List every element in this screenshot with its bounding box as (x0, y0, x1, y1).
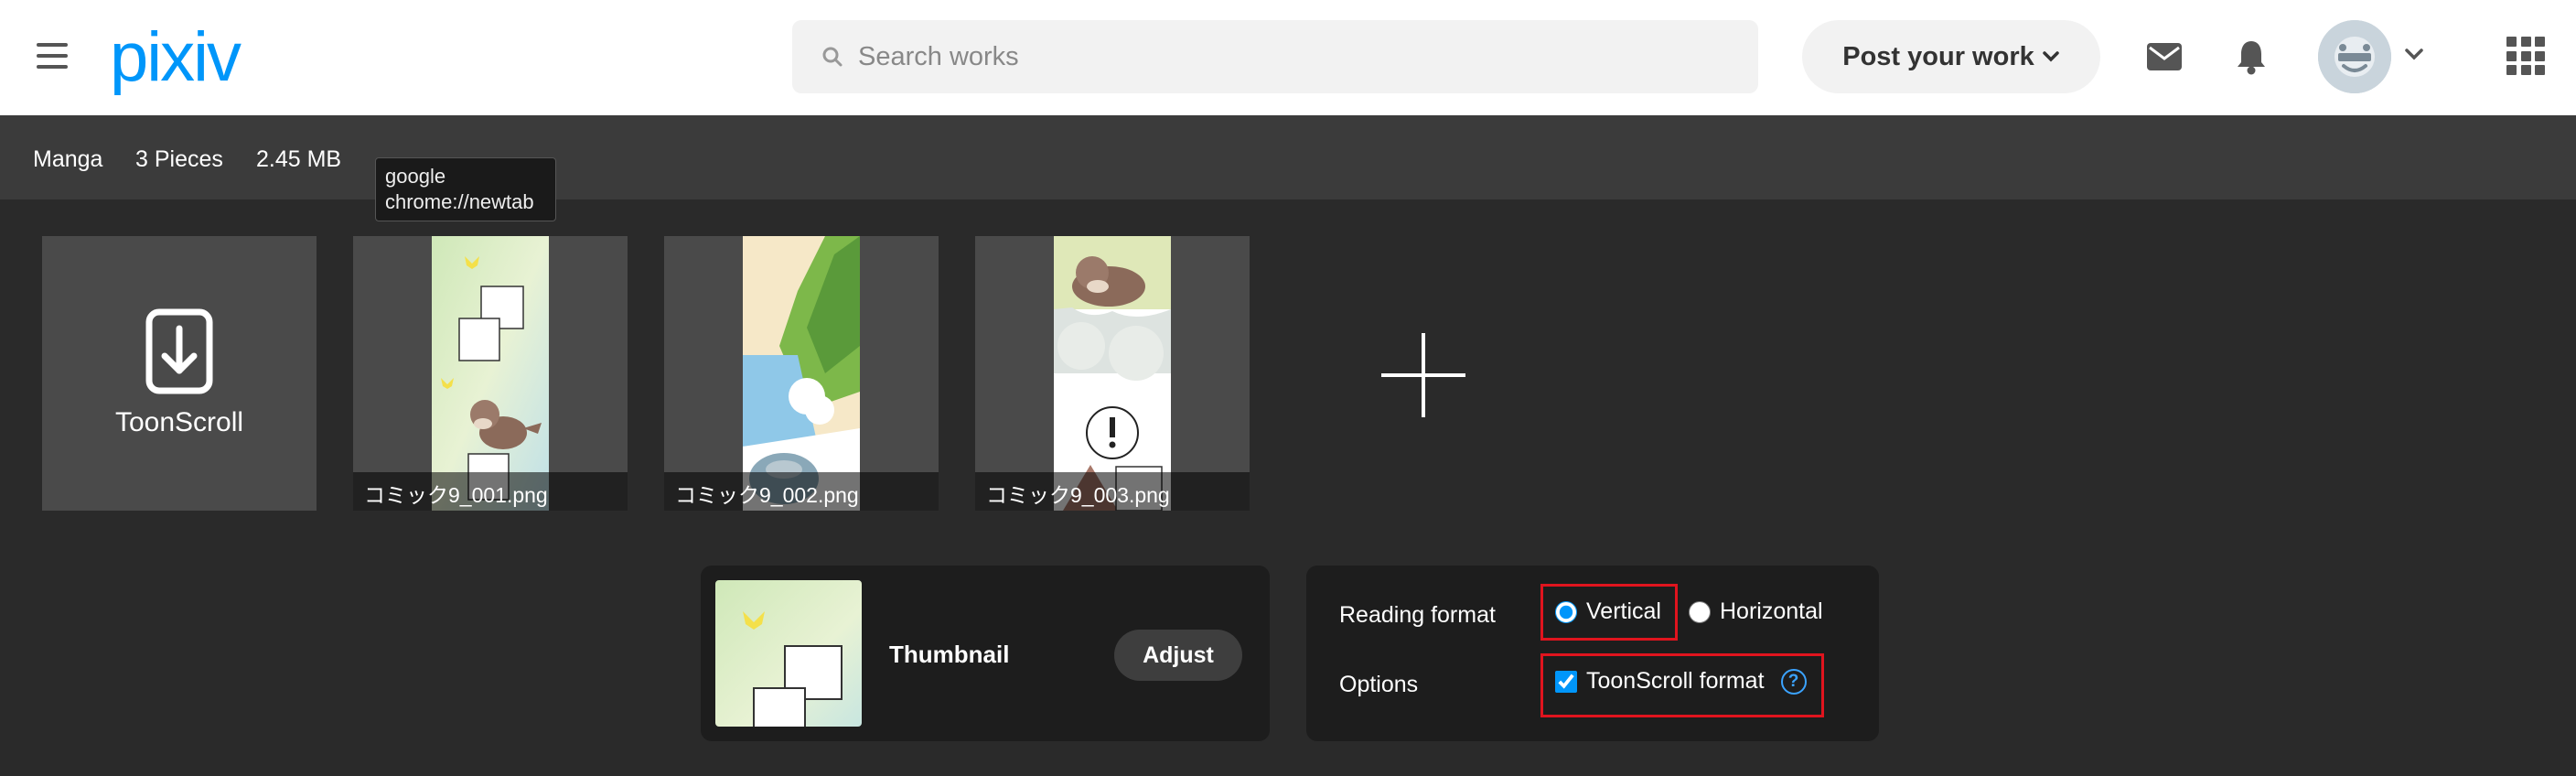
horizontal-radio-option[interactable]: Horizontal (1689, 598, 1823, 625)
post-your-work-button[interactable]: Post your work (1802, 20, 2100, 93)
add-page-plus-icon[interactable] (1376, 328, 1471, 423)
post-button-label: Post your work (1842, 41, 2034, 71)
thumbnail-title: Thumbnail (889, 641, 1010, 668)
tooltip-line-2: chrome://newtab (385, 190, 534, 213)
apps-grid-icon[interactable] (2506, 37, 2545, 75)
page-1-thumbnail-image (432, 236, 549, 511)
horizontal-label: Horizontal (1720, 598, 1823, 624)
piece-count: 3 Pieces (135, 146, 223, 172)
vertical-radio[interactable] (1555, 600, 1577, 623)
mail-icon[interactable] (2146, 42, 2183, 71)
vertical-label: Vertical (1586, 598, 1661, 624)
page-tile-2[interactable]: コミック9_002.png (664, 236, 939, 511)
page-tile-1[interactable]: コミック9_001.png (353, 236, 628, 511)
page-tile-3[interactable]: コミック9_003.png (975, 236, 1250, 511)
adjust-button[interactable]: Adjust (1114, 630, 1242, 681)
reading-format-label: Reading format (1339, 602, 1496, 628)
page-3-thumbnail-image (1054, 236, 1171, 511)
toonscroll-option-label: ToonScroll format (1586, 668, 1765, 694)
bell-icon[interactable] (2236, 38, 2267, 75)
tooltip-line-1: google (385, 165, 446, 188)
avatar[interactable] (2318, 20, 2391, 93)
hamburger-menu-icon[interactable] (37, 43, 68, 70)
toonscroll-checkbox[interactable] (1555, 670, 1577, 693)
options-label: Options (1339, 672, 1419, 697)
search-input[interactable] (858, 20, 1736, 93)
toonscroll-download-icon (145, 308, 213, 394)
horizontal-radio[interactable] (1689, 600, 1711, 623)
thumbnail-preview-image (715, 580, 862, 727)
thumbnail-panel: Thumbnail Adjust (701, 566, 1270, 741)
search-icon (822, 47, 843, 67)
search-bar[interactable] (792, 20, 1758, 93)
pixiv-logo[interactable]: pixiv (110, 16, 242, 99)
browser-tooltip: google chrome://newtab (375, 157, 556, 221)
file-name-label: コミック9_003.png (975, 472, 1250, 511)
file-name-label: コミック9_002.png (664, 472, 939, 511)
avatar-image-icon (2318, 20, 2391, 93)
toonscroll-label: ToonScroll (114, 407, 244, 437)
help-icon[interactable]: ? (1780, 668, 1807, 695)
reading-format-panel: Reading format Vertical Horizontal Optio… (1306, 566, 1879, 741)
top-header: pixiv Post your work (0, 0, 2576, 115)
file-name-label: コミック9_001.png (353, 472, 628, 511)
vertical-radio-option[interactable]: Vertical (1555, 598, 1661, 625)
toonscroll-checkbox-option[interactable]: ToonScroll format ? (1555, 668, 1807, 695)
total-size: 2.45 MB (256, 146, 342, 172)
chevron-down-icon (2043, 51, 2059, 62)
work-type: Manga (33, 146, 103, 172)
page-2-thumbnail-image (743, 236, 860, 511)
toonscroll-tile[interactable]: ToonScroll (42, 236, 317, 511)
avatar-chevron-down-icon[interactable] (2404, 48, 2424, 62)
